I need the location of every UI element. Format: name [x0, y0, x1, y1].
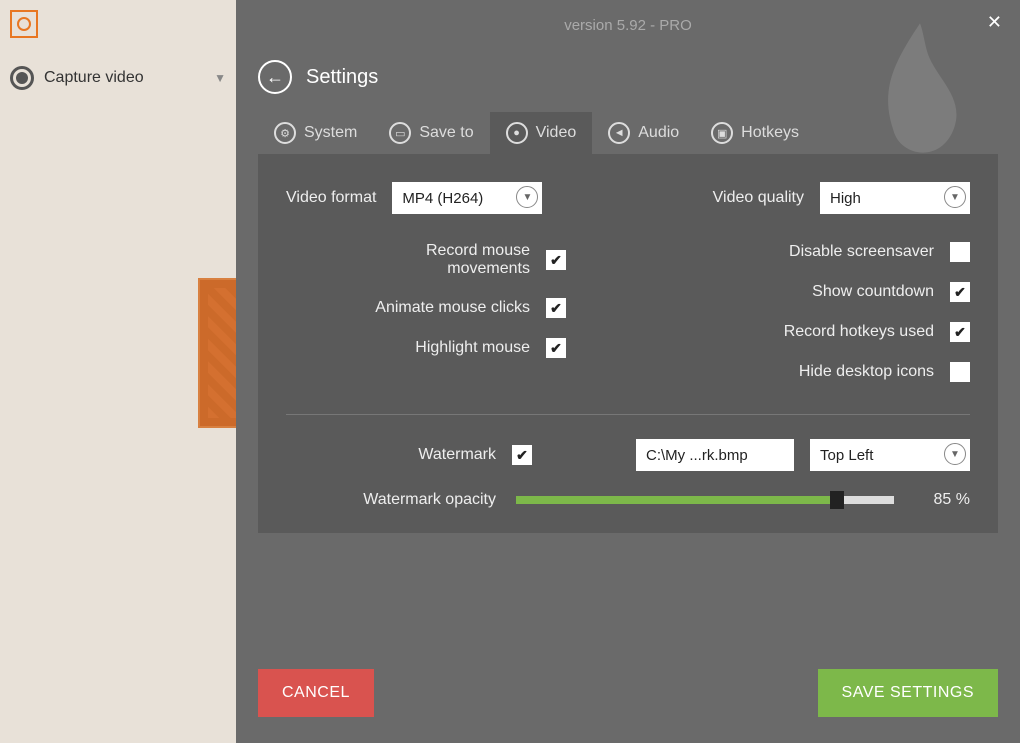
back-button[interactable]: ←: [258, 60, 292, 94]
save-settings-button[interactable]: SAVE SETTINGS: [818, 669, 998, 717]
gear-icon: ⚙: [274, 122, 296, 144]
cancel-button[interactable]: CANCEL: [258, 669, 374, 717]
chevron-down-icon: ▼: [516, 186, 538, 208]
video-quality-select[interactable]: High▼: [820, 182, 970, 214]
record-mouse-checkbox[interactable]: ✔: [546, 250, 566, 270]
speaker-icon: ◄: [608, 122, 630, 144]
show-countdown-checkbox[interactable]: ✔: [950, 282, 970, 302]
page-title: Settings: [306, 66, 378, 89]
chevron-down-icon: ▼: [944, 443, 966, 465]
watermark-path-input[interactable]: C:\My ...rk.bmp: [636, 439, 794, 471]
video-quality-label: Video quality: [713, 189, 804, 207]
tab-video[interactable]: ●Video: [490, 112, 593, 154]
sidebar: Capture video ▼: [0, 0, 236, 743]
version-label: version 5.92 - PRO: [564, 17, 692, 34]
opacity-value: 85 %: [914, 491, 970, 509]
record-icon: ●: [506, 122, 528, 144]
settings-panel: version 5.92 - PRO ✕ ← Settings ⚙System …: [236, 0, 1020, 743]
tab-audio[interactable]: ◄Audio: [592, 112, 695, 154]
divider: [286, 414, 970, 415]
keyboard-icon: ▣: [711, 122, 733, 144]
tab-system[interactable]: ⚙System: [258, 112, 373, 154]
radio-icon: [10, 66, 34, 90]
close-button[interactable]: ✕: [987, 12, 1002, 33]
opacity-label: Watermark opacity: [286, 491, 496, 509]
watermark-label: Watermark: [286, 446, 496, 464]
highlight-mouse-checkbox[interactable]: ✔: [546, 338, 566, 358]
capture-mode-dropdown[interactable]: Capture video ▼: [10, 58, 226, 98]
chevron-down-icon: ▼: [214, 71, 226, 85]
app-logo-icon: [10, 10, 38, 38]
topbar: version 5.92 - PRO ✕: [236, 0, 1020, 50]
footer: CANCEL SAVE SETTINGS: [236, 643, 1020, 743]
tabs: ⚙System ▭Save to ●Video ◄Audio ▣Hotkeys: [236, 112, 1020, 154]
folder-icon: ▭: [389, 122, 411, 144]
hide-icons-checkbox[interactable]: [950, 362, 970, 382]
opacity-slider[interactable]: [516, 496, 894, 504]
tab-saveto[interactable]: ▭Save to: [373, 112, 489, 154]
video-format-select[interactable]: MP4 (H264)▼: [392, 182, 542, 214]
video-settings: Video format MP4 (H264)▼ Video quality H…: [258, 154, 998, 533]
video-format-label: Video format: [286, 189, 376, 207]
capture-mode-label: Capture video: [44, 69, 204, 87]
tab-hotkeys[interactable]: ▣Hotkeys: [695, 112, 815, 154]
disable-screensaver-checkbox[interactable]: [950, 242, 970, 262]
watermark-position-select[interactable]: Top Left▼: [810, 439, 970, 471]
chevron-down-icon: ▼: [944, 186, 966, 208]
record-hotkeys-checkbox[interactable]: ✔: [950, 322, 970, 342]
animate-clicks-checkbox[interactable]: ✔: [546, 298, 566, 318]
watermark-checkbox[interactable]: ✔: [512, 445, 532, 465]
